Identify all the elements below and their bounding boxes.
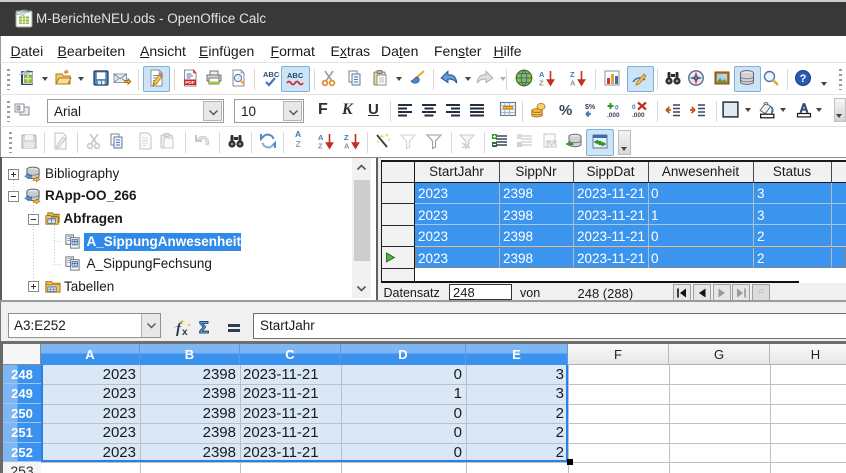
svg-text:x: x — [182, 327, 188, 338]
svg-text:Σ: Σ — [199, 319, 209, 336]
